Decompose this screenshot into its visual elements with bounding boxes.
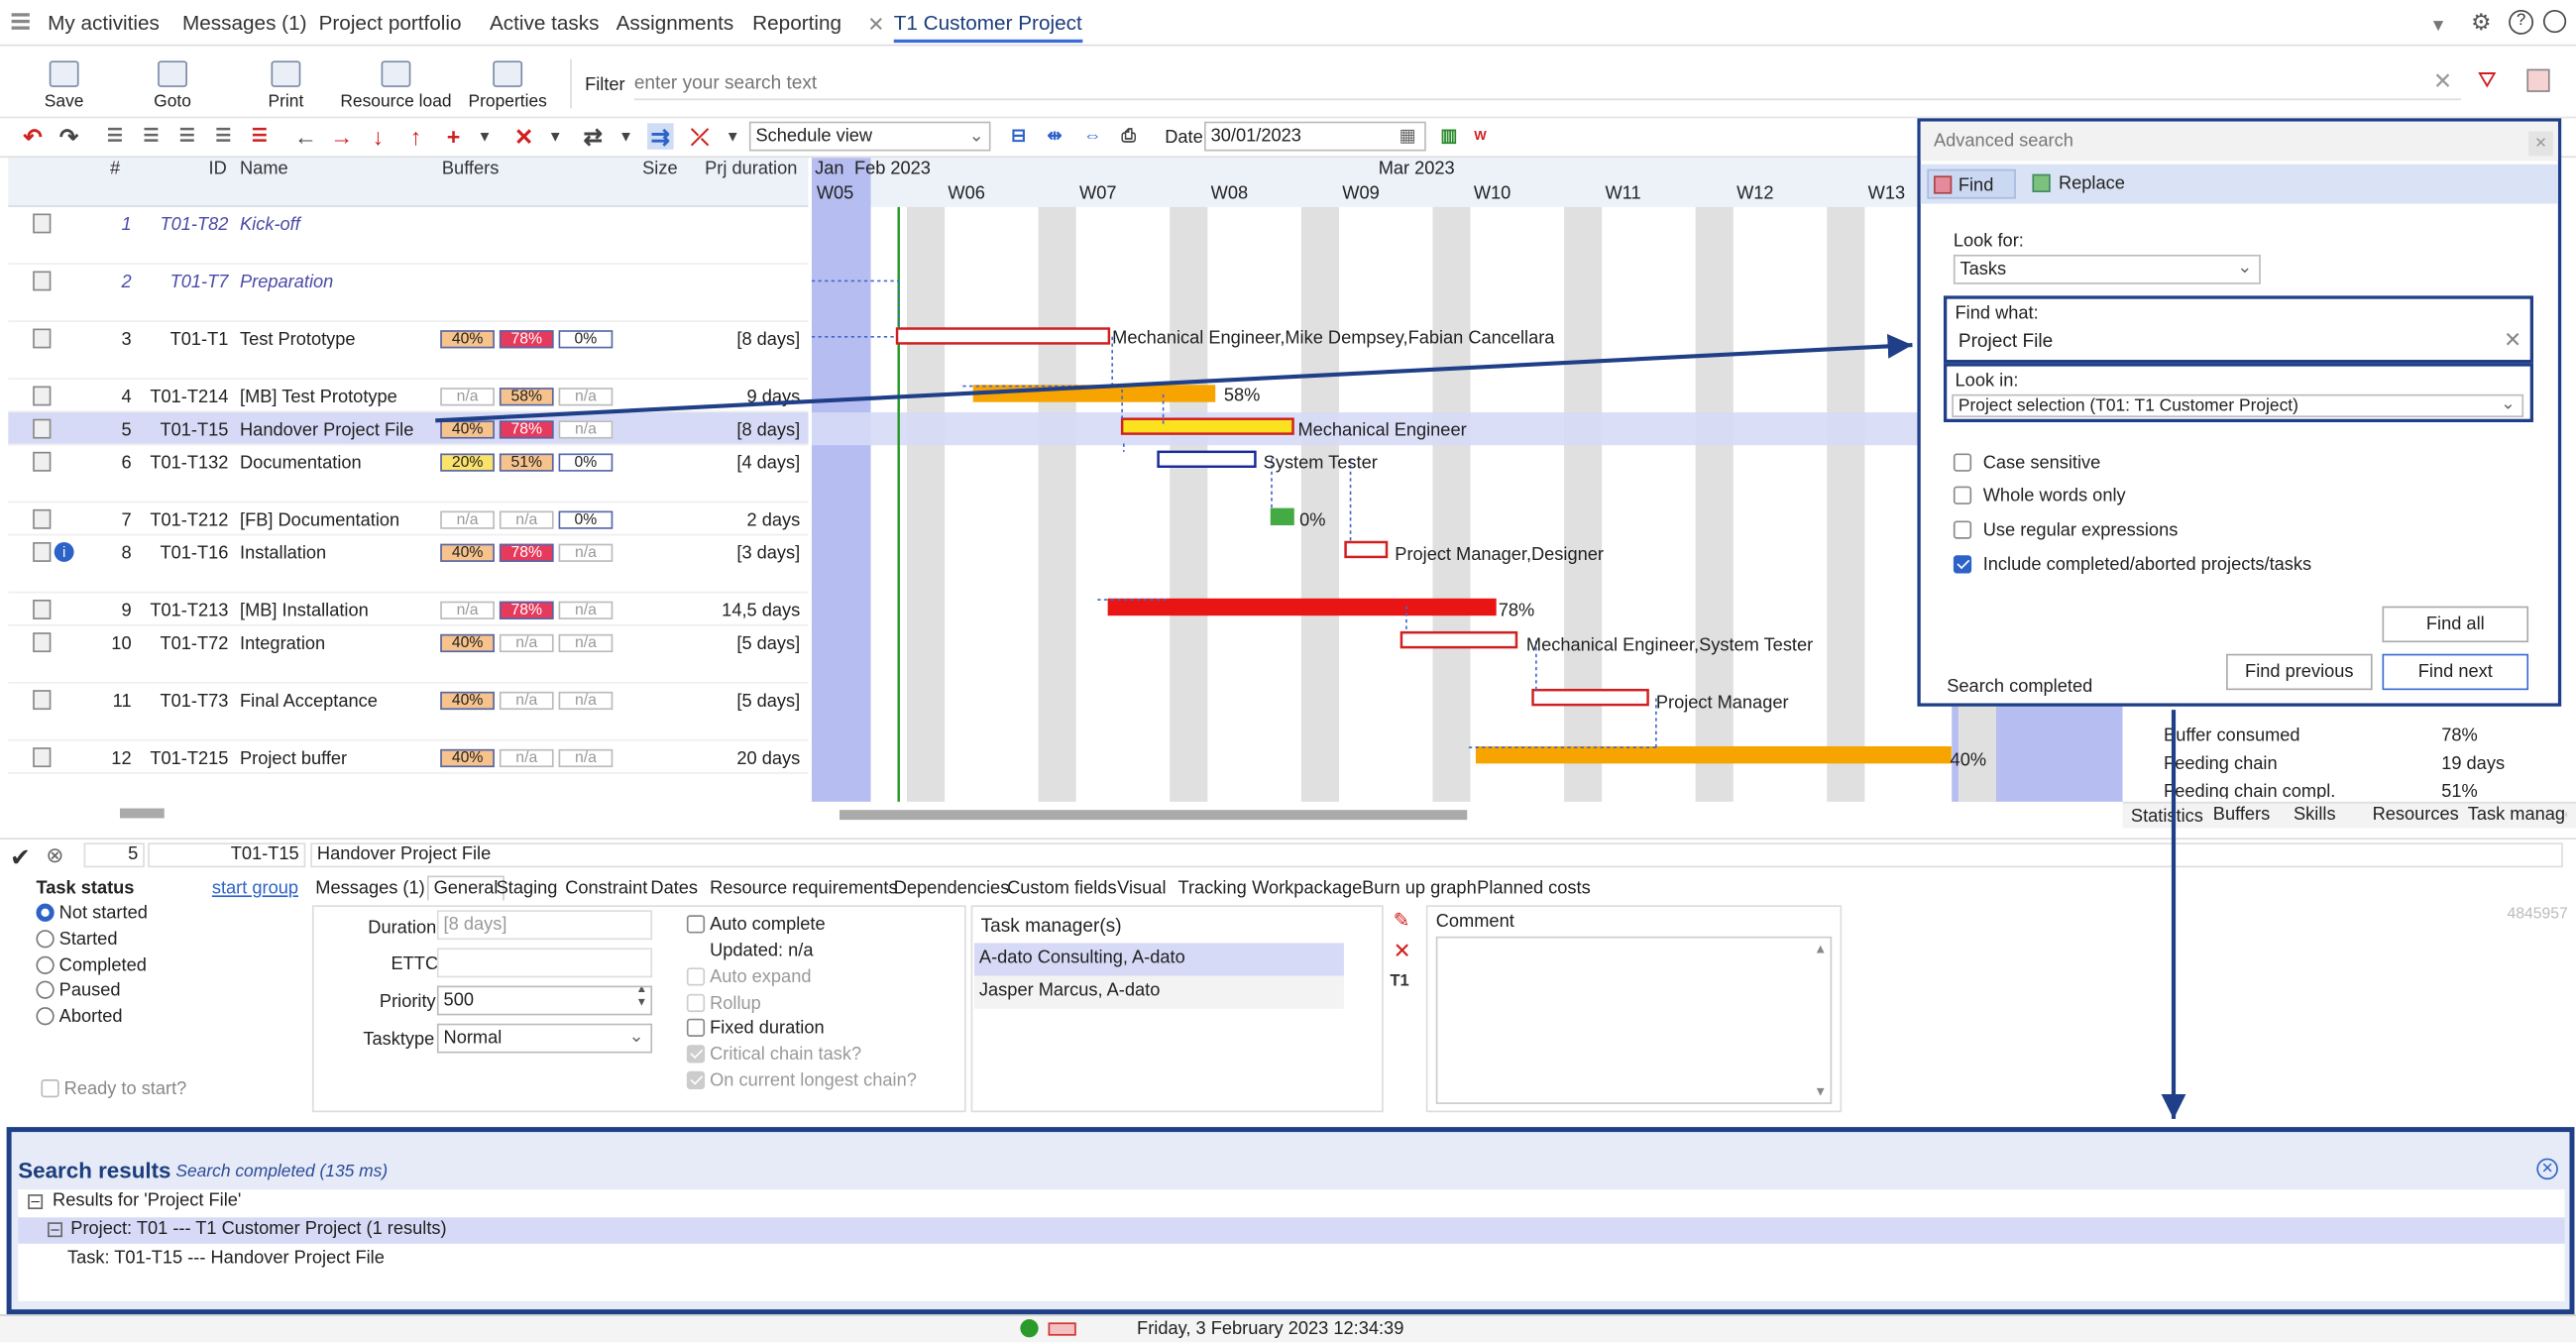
annotation-arrows (435, 333, 2186, 1119)
annotation-arrow-1 (435, 333, 1913, 423)
app-window: My activities Messages (1) Project portf… (0, 0, 2576, 1343)
